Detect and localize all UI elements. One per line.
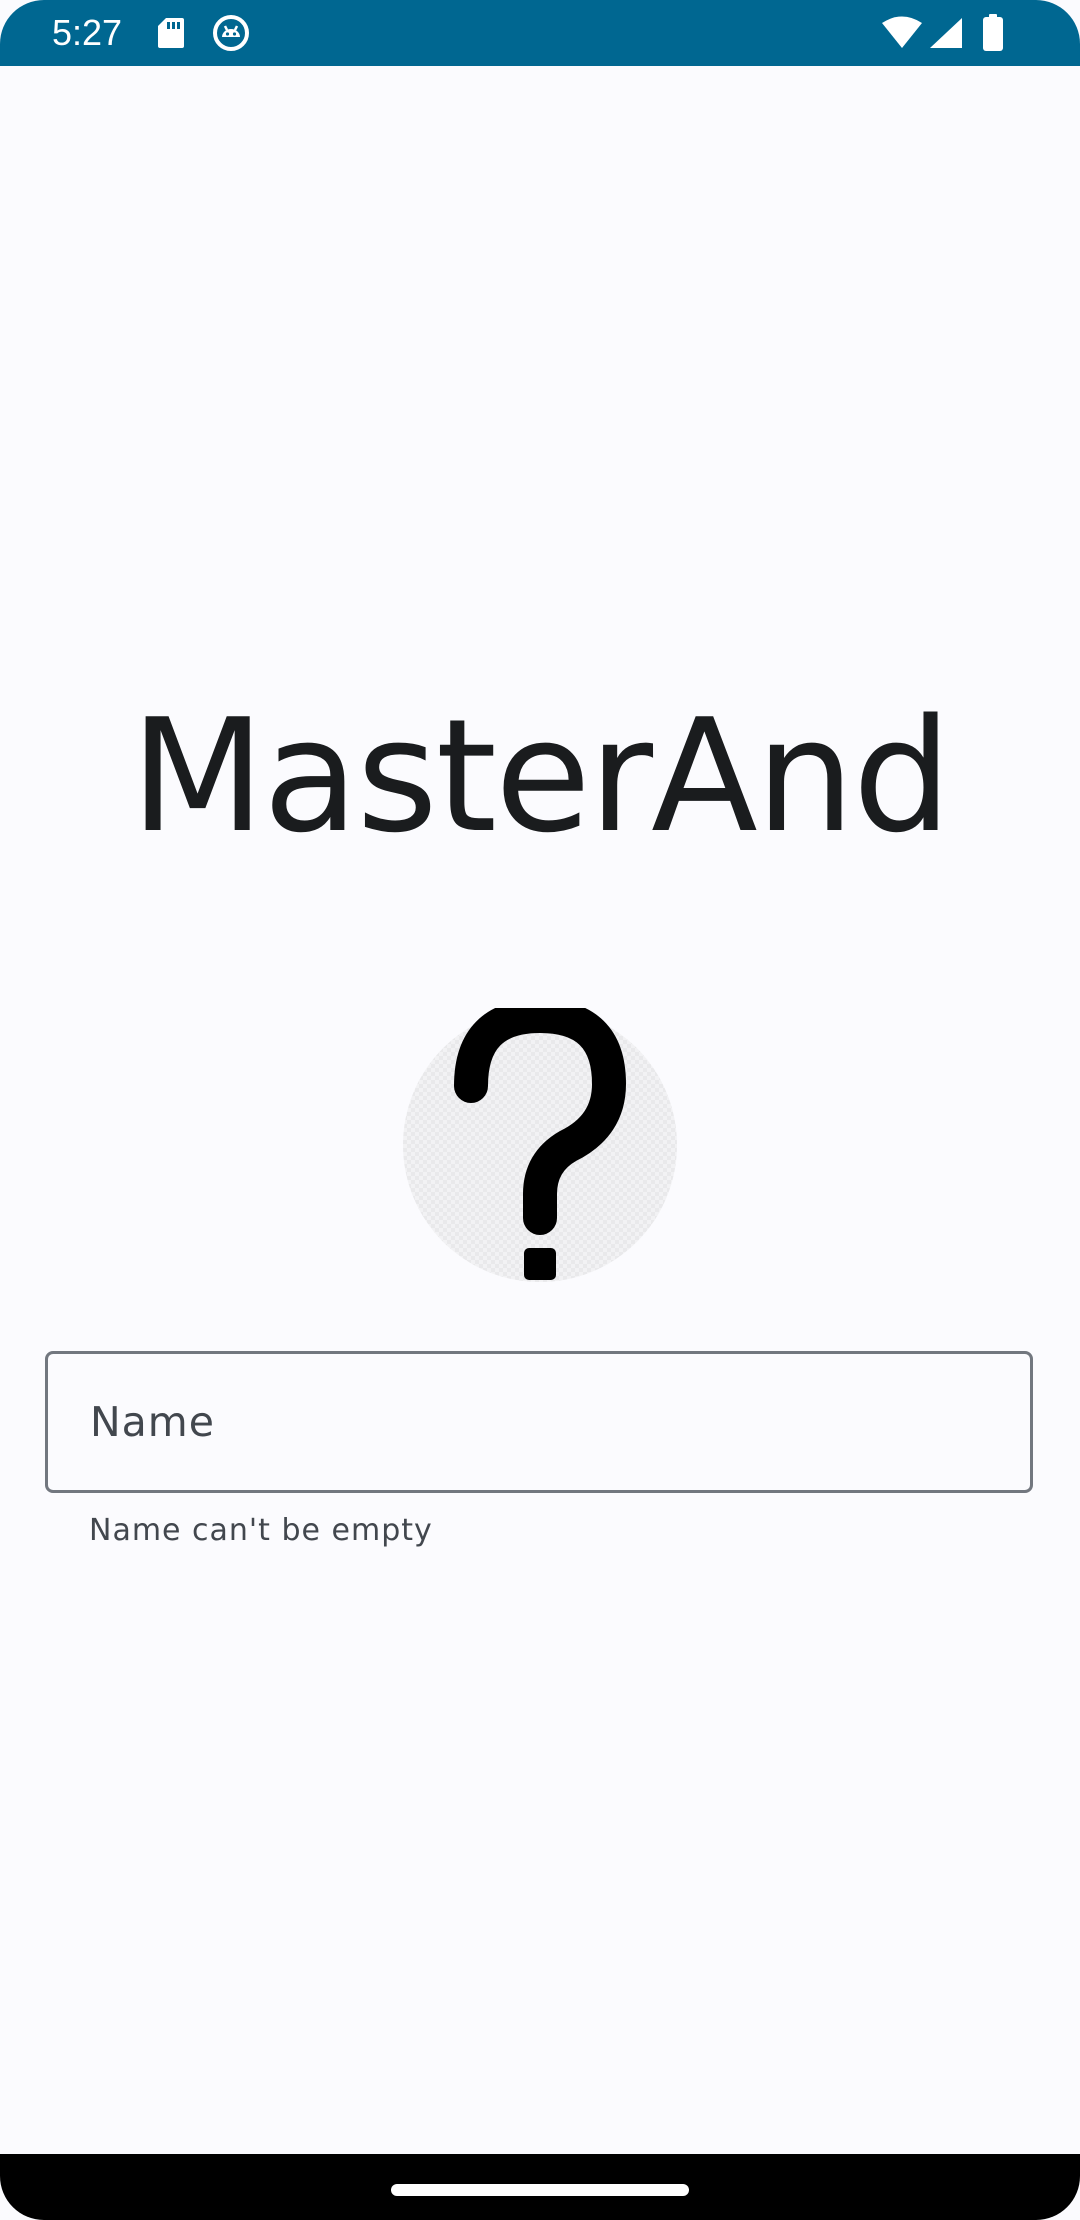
android-debug-icon xyxy=(213,15,249,51)
profile-image[interactable] xyxy=(403,1008,677,1282)
app-screen: 5:27 MasterAnd Name Name can't be empty xyxy=(0,0,1080,2220)
status-bar: 5:27 xyxy=(0,0,1080,66)
status-time: 5:27 xyxy=(52,12,123,53)
cell-signal-icon xyxy=(930,18,962,48)
sd-card-icon xyxy=(158,18,184,48)
battery-icon xyxy=(983,14,1003,51)
app-title: MasterAnd xyxy=(130,685,951,867)
navigation-bar xyxy=(0,2154,1080,2220)
wifi-icon xyxy=(882,16,922,48)
name-input[interactable] xyxy=(48,1354,1030,1490)
question-mark-icon xyxy=(454,1008,626,1280)
name-supporting-text: Name can't be empty xyxy=(89,1513,433,1548)
home-gesture-handle[interactable] xyxy=(391,2184,689,2196)
name-field[interactable] xyxy=(45,1351,1033,1493)
